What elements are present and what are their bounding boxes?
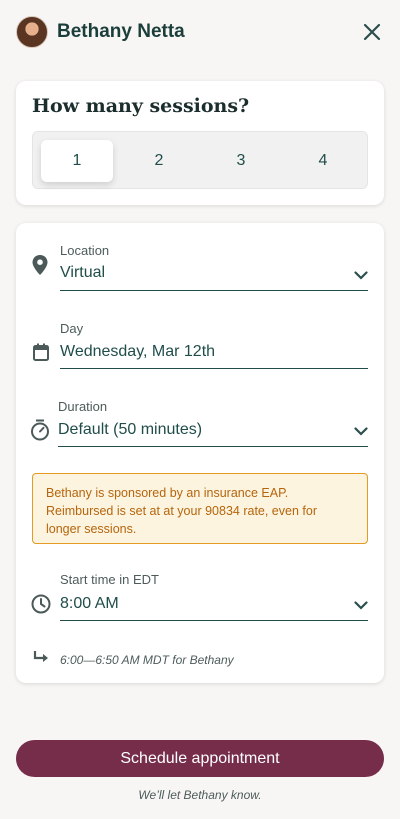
start-time-select[interactable]: 8:00 AM	[60, 595, 119, 613]
footer-note: We’ll let Bethany know.	[138, 788, 262, 802]
chevron-down-icon[interactable]	[353, 267, 369, 283]
session-option-1[interactable]: 1	[41, 140, 113, 182]
location-select[interactable]: Virtual	[60, 264, 105, 282]
clock-icon	[30, 593, 52, 615]
day-label: Day	[60, 321, 84, 336]
insurance-notice: Bethany is sponsored by an insurance EAP…	[32, 473, 368, 544]
sessions-selector: 1 2 3 4	[32, 131, 368, 189]
day-underline	[60, 368, 368, 369]
sessions-card: How many sessions? 1 2 3 4	[16, 81, 384, 205]
chevron-down-icon[interactable]	[353, 597, 369, 613]
duration-underline	[58, 446, 368, 447]
duration-select[interactable]: Default (50 minutes)	[58, 421, 202, 439]
schedule-appointment-button[interactable]: Schedule appointment	[16, 740, 384, 777]
stopwatch-icon	[29, 419, 51, 441]
appointment-form-card: Location Virtual Day Wednesday, Mar 12th…	[16, 223, 384, 683]
avatar	[16, 16, 48, 48]
chevron-down-icon[interactable]	[353, 423, 369, 439]
session-option-3[interactable]: 3	[205, 140, 277, 182]
calendar-icon	[30, 341, 52, 363]
location-label: Location	[60, 243, 110, 258]
location-pin-icon	[29, 254, 51, 276]
timezone-note: 6:00—6:50 AM MDT for Bethany	[60, 653, 234, 667]
close-icon	[363, 23, 381, 41]
start-time-underline	[60, 620, 368, 621]
close-button[interactable]	[358, 18, 386, 46]
location-underline	[60, 290, 368, 291]
session-option-2[interactable]: 2	[123, 140, 195, 182]
header: Bethany Netta	[0, 0, 400, 64]
start-time-label: Start time in EDT	[60, 572, 159, 587]
session-option-4[interactable]: 4	[287, 140, 359, 182]
turn-right-arrow-icon	[31, 647, 53, 669]
sessions-title: How many sessions?	[32, 95, 250, 117]
day-field[interactable]: Wednesday, Mar 12th	[60, 343, 215, 361]
provider-name: Bethany Netta	[57, 21, 185, 42]
duration-label: Duration	[58, 399, 108, 414]
